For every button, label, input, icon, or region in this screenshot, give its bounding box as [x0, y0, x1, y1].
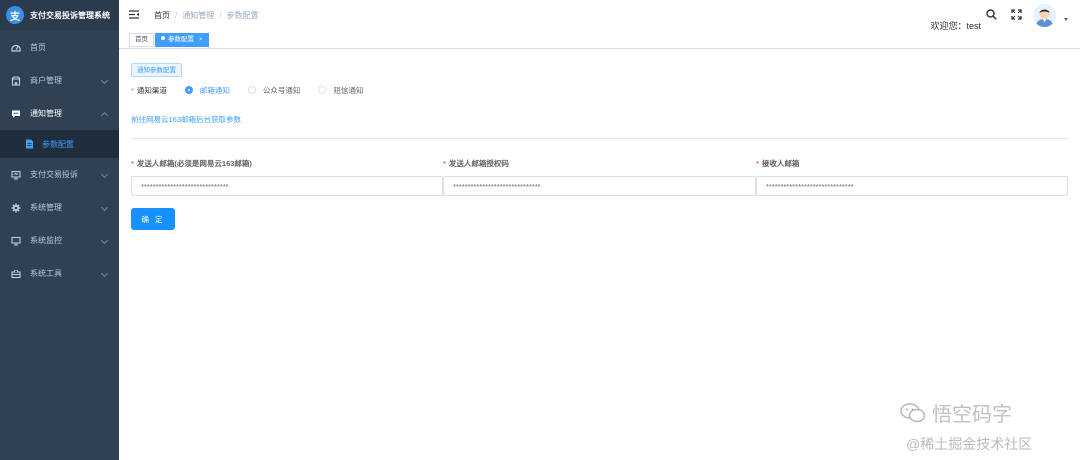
sidebar-item-label: 支付交易投诉: [30, 170, 78, 179]
breadcrumb-item-current: 参数配置: [226, 11, 259, 20]
tag-label: 首页: [135, 36, 148, 43]
sidebar-subitem-param-config[interactable]: 参数配置: [0, 130, 119, 158]
radio-label: 短信通知: [333, 85, 364, 95]
breadcrumb: 首页 / 通知管理 / 参数配置: [154, 10, 258, 21]
sidebar-item-label: 商户管理: [30, 76, 62, 85]
top-navbar: 首页 / 通知管理 / 参数配置 欢迎您：test: [119, 0, 1080, 31]
monitor-icon: [11, 236, 21, 246]
wechat-icon: [900, 402, 926, 423]
hamburger-menu-icon[interactable]: [129, 10, 139, 19]
sidebar-item-system-tools[interactable]: 系统工具: [0, 257, 119, 290]
breadcrumb-separator: /: [219, 11, 222, 20]
radio-email-notification[interactable]: 邮箱通知: [184, 85, 230, 96]
radio-circle: [184, 86, 193, 94]
required-asterisk: *: [443, 159, 446, 168]
required-asterisk: *: [756, 159, 759, 168]
fullscreen-icon[interactable]: [1011, 9, 1022, 20]
sender-auth-code-label: * 发送人邮箱授权码: [443, 158, 509, 169]
channel-label: 通知渠道: [136, 85, 167, 95]
sidebar-item-label: 系统工具: [30, 269, 62, 278]
user-avatar[interactable]: [1033, 4, 1056, 27]
sender-auth-code-input[interactable]: [443, 176, 756, 196]
confirm-button[interactable]: 确 定: [131, 208, 175, 230]
sidebar-item-notification[interactable]: 通知管理: [0, 97, 119, 130]
close-icon[interactable]: ×: [199, 37, 203, 43]
sidebar: 支 支付交易投诉管理系统 首页 商户管理 通知管理 参数配置 支付交易投诉 系统…: [0, 0, 119, 460]
tag-home[interactable]: 首页: [129, 33, 154, 47]
tag-label: 参数配置: [168, 36, 194, 43]
watermark-juejin: @稀土掘金技术社区: [906, 436, 1033, 452]
watermark-text: 悟空码字: [932, 404, 1012, 426]
notification-config-button[interactable]: 通知参数配置: [131, 63, 182, 77]
tags-view: 首页 参数配置 ×: [119, 30, 1080, 49]
sidebar-item-label: 系统管理: [30, 203, 62, 212]
dashboard-icon: [11, 43, 21, 53]
field-label-text: 发送人邮箱(必须是网易云163邮箱): [136, 159, 252, 168]
sender-email-label: * 发送人邮箱(必须是网易云163邮箱): [131, 158, 252, 169]
sidebar-item-system-monitor[interactable]: 系统监控: [0, 224, 119, 257]
sidebar-item-merchant[interactable]: 商户管理: [0, 64, 119, 97]
gear-icon: [11, 203, 21, 213]
app-title: 支付交易投诉管理系统: [30, 10, 110, 20]
document-icon: [24, 139, 34, 149]
tag-param-config[interactable]: 参数配置 ×: [155, 33, 209, 47]
receiver-email-input[interactable]: [756, 176, 1068, 196]
breadcrumb-item-home[interactable]: 首页: [154, 11, 170, 20]
notification-channel-row: * 通知渠道 邮箱通知 公众号通知 短信通知: [131, 84, 363, 96]
caret-down-icon[interactable]: [1064, 18, 1068, 21]
watermark-wechat: 悟空码字: [900, 398, 1012, 427]
radio-label: 邮箱通知: [199, 85, 230, 95]
message-icon: [11, 109, 21, 119]
monitor-icon: [11, 170, 21, 180]
active-dot-icon: [161, 36, 165, 41]
receiver-email-label: * 接收人邮箱: [756, 158, 799, 169]
shop-icon: [11, 75, 21, 86]
sidebar-item-label: 系统监控: [30, 236, 62, 245]
field-label-text: 接收人邮箱: [761, 159, 800, 168]
netease-163-link[interactable]: 前往网易云163邮箱后台获取参数: [131, 114, 241, 125]
app-logo-bar[interactable]: 支 支付交易投诉管理系统: [0, 0, 119, 30]
sender-email-input[interactable]: [131, 176, 443, 196]
chevron-down-icon: [100, 170, 109, 178]
radio-sms-notification[interactable]: 短信通知: [318, 85, 363, 96]
radio-circle: [318, 86, 327, 94]
breadcrumb-item-notification[interactable]: 通知管理: [182, 11, 214, 20]
sidebar-item-label: 通知管理: [30, 109, 62, 118]
required-asterisk: *: [131, 85, 134, 95]
radio-official-account-notification[interactable]: 公众号通知: [247, 85, 301, 96]
chevron-down-icon: [100, 236, 109, 244]
chevron-down-icon: [100, 269, 109, 277]
sidebar-item-complaints[interactable]: 支付交易投诉: [0, 158, 119, 191]
radio-label: 公众号通知: [262, 85, 301, 95]
breadcrumb-separator: /: [175, 11, 178, 20]
sidebar-item-system-management[interactable]: 系统管理: [0, 191, 119, 224]
chevron-down-icon: [100, 203, 109, 211]
field-label-text: 发送人邮箱授权码: [448, 159, 509, 168]
divider: [131, 138, 1068, 139]
search-icon[interactable]: [986, 9, 997, 20]
sidebar-item-label: 首页: [30, 43, 46, 52]
toolbox-icon: [11, 269, 21, 279]
radio-circle: [247, 86, 256, 94]
required-asterisk: *: [131, 159, 134, 168]
chevron-down-icon: [100, 76, 109, 84]
chevron-up-icon: [100, 111, 109, 119]
app-logo-icon: 支: [6, 6, 24, 24]
sidebar-subitem-label: 参数配置: [42, 139, 74, 149]
sidebar-item-home[interactable]: 首页: [0, 31, 119, 64]
